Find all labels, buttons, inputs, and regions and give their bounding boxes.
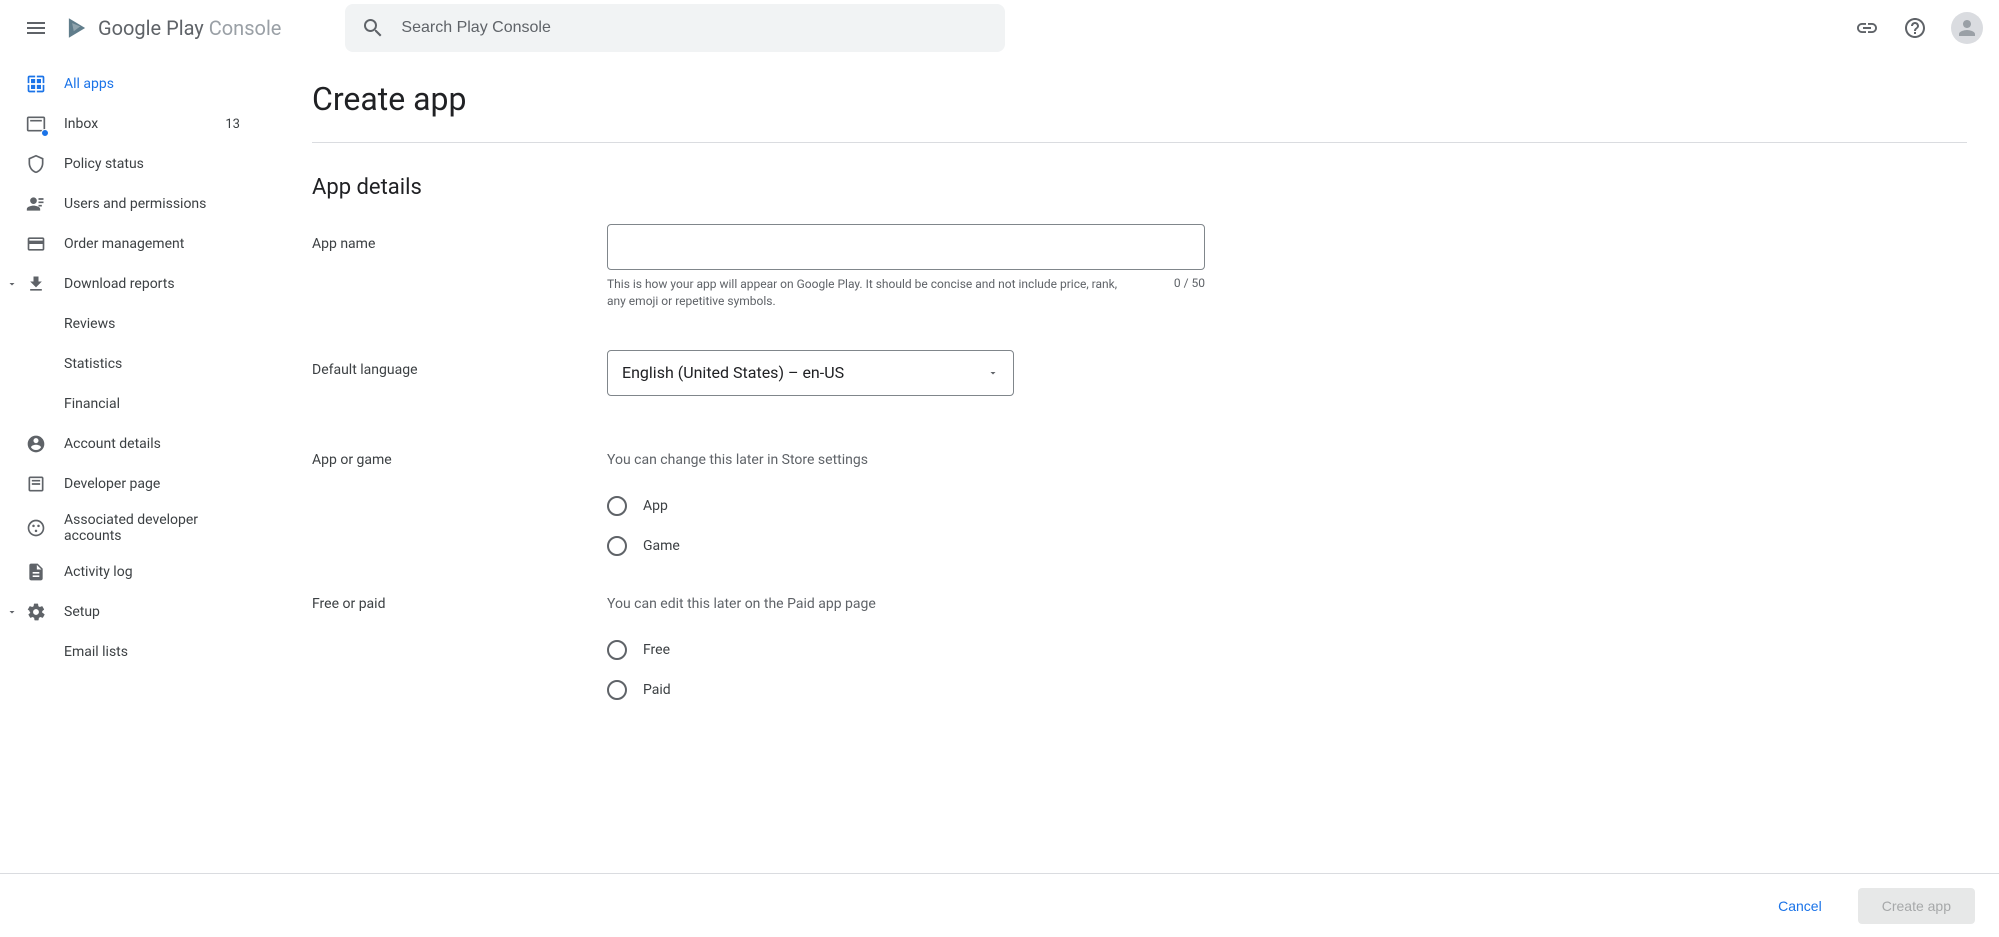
chevron-down-icon <box>4 276 20 292</box>
help-button[interactable] <box>1895 8 1935 48</box>
sidebar-item-statistics[interactable]: Statistics <box>0 344 264 384</box>
card-icon <box>24 232 48 256</box>
play-logo-icon <box>64 15 90 41</box>
field-app-or-game: App or game You can change this later in… <box>312 452 1967 556</box>
inbox-icon <box>24 112 48 136</box>
app-name-count: 0 / 50 <box>1158 276 1205 310</box>
sidebar-item-financial[interactable]: Financial <box>0 384 264 424</box>
sidebar-item-setup[interactable]: Setup <box>0 592 264 632</box>
select-value: English (United States) – en-US <box>622 363 844 382</box>
person-icon <box>1955 16 1979 40</box>
create-app-button[interactable]: Create app <box>1858 888 1975 924</box>
account-icon <box>24 432 48 456</box>
search-input[interactable] <box>401 19 989 37</box>
sidebar-item-label: Setup <box>64 604 240 620</box>
radio-icon <box>607 680 627 700</box>
sidebar-item-label: Developer page <box>64 476 240 492</box>
log-icon <box>24 560 48 584</box>
sidebar-item-reviews[interactable]: Reviews <box>0 304 264 344</box>
header-actions <box>1847 8 1991 48</box>
associated-icon <box>24 516 48 540</box>
download-icon <box>24 272 48 296</box>
search-bar[interactable] <box>345 4 1005 52</box>
sidebar-item-download-reports[interactable]: Download reports <box>0 264 264 304</box>
sidebar-item-order-management[interactable]: Order management <box>0 224 264 264</box>
app-name-input[interactable] <box>607 224 1205 270</box>
sidebar-item-users-permissions[interactable]: Users and permissions <box>0 184 264 224</box>
field-free-or-paid: Free or paid You can edit this later on … <box>312 596 1967 700</box>
radio-icon <box>607 640 627 660</box>
sidebar-item-label: Policy status <box>64 156 240 172</box>
radio-label: Game <box>643 538 680 554</box>
sidebar-item-label: Users and permissions <box>64 196 240 212</box>
radio-free[interactable]: Free <box>607 640 876 660</box>
app-name-label: App name <box>312 224 607 252</box>
footer: Cancel Create app <box>0 873 1999 937</box>
free-or-paid-label: Free or paid <box>312 596 607 612</box>
sidebar-item-developer-page[interactable]: Developer page <box>0 464 264 504</box>
header: Google Play Console <box>0 0 1999 56</box>
chevron-down-icon <box>4 604 20 620</box>
shield-icon <box>24 152 48 176</box>
search-icon <box>361 16 385 40</box>
field-app-name: App name This is how your app will appea… <box>312 224 1967 310</box>
sidebar-item-label: Email lists <box>64 644 240 660</box>
sidebar-item-label: All apps <box>64 76 240 92</box>
cancel-button[interactable]: Cancel <box>1754 888 1846 924</box>
page-icon <box>24 472 48 496</box>
sidebar-item-inbox[interactable]: Inbox 13 <box>0 104 264 144</box>
sidebar: All apps Inbox 13 Policy status Users an… <box>0 56 280 873</box>
sidebar-item-label: Statistics <box>64 356 240 372</box>
section-title: App details <box>312 175 1967 200</box>
avatar[interactable] <box>1951 12 1983 44</box>
field-default-language: Default language English (United States)… <box>312 350 1967 396</box>
app-or-game-label: App or game <box>312 452 607 468</box>
sidebar-item-label: Account details <box>64 436 240 452</box>
sidebar-item-label: Order management <box>64 236 240 252</box>
help-icon <box>1903 16 1927 40</box>
page-title: Create app <box>312 80 1967 143</box>
main-content: Create app App details App name This is … <box>280 56 1999 873</box>
radio-icon <box>607 496 627 516</box>
sidebar-item-account-details[interactable]: Account details <box>0 424 264 464</box>
sidebar-item-label: Download reports <box>64 276 240 292</box>
sidebar-item-email-lists[interactable]: Email lists <box>0 632 264 672</box>
sidebar-item-activity-log[interactable]: Activity log <box>0 552 264 592</box>
sidebar-item-label: Inbox <box>64 116 225 132</box>
sidebar-item-associated-accounts[interactable]: Associated developer accounts <box>0 504 264 552</box>
radio-game[interactable]: Game <box>607 536 868 556</box>
sidebar-item-label: Financial <box>64 396 240 412</box>
sidebar-item-label: Reviews <box>64 316 240 332</box>
radio-paid[interactable]: Paid <box>607 680 876 700</box>
radio-icon <box>607 536 627 556</box>
sidebar-item-label: Activity log <box>64 564 240 580</box>
app-name-helper: This is how your app will appear on Goog… <box>607 276 1127 310</box>
link-icon <box>1855 16 1879 40</box>
sidebar-item-all-apps[interactable]: All apps <box>0 64 264 104</box>
logo[interactable]: Google Play Console <box>64 15 281 41</box>
menu-icon <box>24 16 48 40</box>
link-button[interactable] <box>1847 8 1887 48</box>
radio-label: Paid <box>643 682 671 698</box>
chevron-down-icon <box>987 367 999 379</box>
menu-button[interactable] <box>12 4 60 52</box>
radio-label: App <box>643 498 668 514</box>
default-language-label: Default language <box>312 350 607 378</box>
sidebar-item-policy-status[interactable]: Policy status <box>0 144 264 184</box>
apps-icon <box>24 72 48 96</box>
logo-text: Google Play Console <box>98 16 281 40</box>
app-or-game-helper: You can change this later in Store setti… <box>607 452 868 468</box>
sidebar-item-label: Associated developer accounts <box>64 512 240 544</box>
gear-icon <box>24 600 48 624</box>
radio-app[interactable]: App <box>607 496 868 516</box>
users-icon <box>24 192 48 216</box>
radio-label: Free <box>643 642 670 658</box>
free-or-paid-helper: You can edit this later on the Paid app … <box>607 596 876 612</box>
inbox-count: 13 <box>225 117 240 132</box>
default-language-select[interactable]: English (United States) – en-US <box>607 350 1014 396</box>
